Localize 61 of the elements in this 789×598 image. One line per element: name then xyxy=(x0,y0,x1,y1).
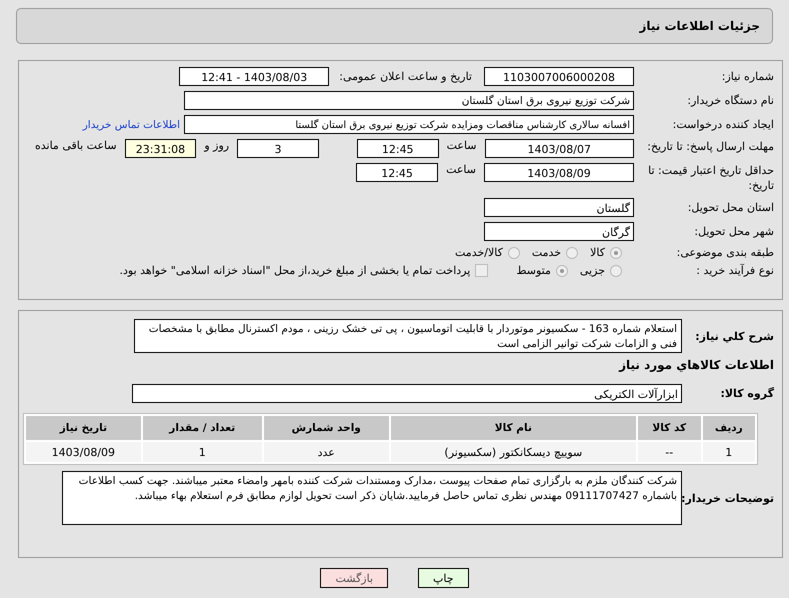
option-label: متوسط xyxy=(516,264,551,277)
field-label: حداقل تاریخ اعتبار قیمت: تا تاریخ: xyxy=(647,163,774,193)
time-label: ساعت xyxy=(446,139,477,152)
option-label: کالا/خدمت xyxy=(455,246,503,259)
buyer-field: شرکت توزیع نیروی برق استان گلستان xyxy=(184,91,634,110)
field-label: تاریخ و ساعت اعلان عمومی: xyxy=(339,70,472,83)
print-button[interactable]: چاپ xyxy=(418,568,469,588)
column-header: تعداد / مقدار xyxy=(142,416,262,440)
field-label: نوع فرآیند خرید : xyxy=(695,264,774,277)
table-cell: 1 xyxy=(142,442,262,462)
radio-button[interactable] xyxy=(508,246,520,258)
field-label: گروه کالا: xyxy=(719,387,774,400)
back-button[interactable]: بازگشت xyxy=(320,568,388,588)
validity-date-field: 1403/08/09 xyxy=(484,163,634,182)
field-label: استان محل تحویل: xyxy=(686,201,774,214)
table-cell: -- xyxy=(638,442,701,462)
radio-button[interactable] xyxy=(556,264,568,276)
remaining-time-field: 23:31:08 xyxy=(124,139,196,158)
creator-field: افسانه سالاری کارشناس مناقصات ومزایده شرکت توزیع نیروی برق استان گلستا xyxy=(184,115,634,134)
radio-button[interactable] xyxy=(610,246,622,258)
table-cell: سوییچ دیسکانکتور (سکسیونر) xyxy=(390,442,636,462)
validity-time-field: 12:45 xyxy=(356,163,438,182)
field-label: طبقه بندی موضوعی: xyxy=(676,246,774,259)
field-label: شهر محل تحویل: xyxy=(693,225,774,238)
checkbox[interactable] xyxy=(475,264,488,277)
column-header: تاریخ نیاز xyxy=(26,416,141,440)
buyer-notes-field: شرکت کنندگان ملزم به بارگزاری تمام صفحات پیوست ،مدارک ومستندات شرکت کننده بامهر وامضاء معتبر میباشند. جهت کسب اطلاعات باشماره 09111707427 مهندس نظری تماس حاصل فرمایید.شایان ذکر است تحویل لوازم مطابق فرم استعلام بهاء میباشد. xyxy=(62,471,682,525)
field-label: توضیحات خریدار: xyxy=(682,492,774,504)
radio-button[interactable] xyxy=(610,264,622,276)
checkbox-label: پرداخت تمام یا بخشی از مبلغ خرید،از محل "اسناد خزانه اسلامی" خواهد بود. xyxy=(120,264,470,277)
days-field: 3 xyxy=(237,139,319,158)
table-cell: 1403/08/09 xyxy=(26,442,141,462)
time-label: ساعت xyxy=(446,163,476,176)
field-label: ایجاد کننده درخواست: xyxy=(672,118,774,131)
buyer-contact-link[interactable]: اطلاعات تماس خریدار xyxy=(82,118,180,130)
radio-button[interactable] xyxy=(566,246,578,258)
option-label: خدمت xyxy=(532,246,562,259)
section-title: اطلاعات کالاهاي مورد نياز xyxy=(619,358,774,372)
option-label: کالا xyxy=(590,246,605,259)
table-cell: 1 xyxy=(702,442,755,462)
description-field: استعلام شماره 163 - سکسیونر موتوردار با قابلیت اتوماسیون ، پی تی خشک رزینی ، مودم اکسترنال مطابق با مشخصات فنی و الزامات شرکت توانیر الزامی است xyxy=(134,319,682,353)
days-label: روز و xyxy=(204,139,230,152)
city-field: گرگان xyxy=(484,222,634,241)
goods-group-field: ابزارآلات الکتریکی xyxy=(132,384,682,403)
deadline-time-field: 12:45 xyxy=(356,139,439,158)
field-label: شرح کلي نياز: xyxy=(694,330,774,342)
column-header: نام کالا xyxy=(390,416,636,440)
field-label: مهلت ارسال پاسخ: تا تاریخ: xyxy=(646,139,774,154)
page-title: جزئیات اطلاعات نیاز xyxy=(639,19,760,33)
table-cell: عدد xyxy=(264,442,389,462)
announce-date-field: 1403/08/03 - 12:41 xyxy=(179,67,330,86)
column-header: کد کالا xyxy=(638,416,701,440)
field-label: نام دستگاه خریدار: xyxy=(686,94,774,107)
need-number-field: 1103007006000208 xyxy=(484,67,634,86)
deadline-date-field: 1403/08/07 xyxy=(484,139,634,158)
column-header: ردیف xyxy=(702,416,755,440)
remaining-label: ساعت باقی مانده xyxy=(34,139,117,152)
province-field: گلستان xyxy=(484,198,634,217)
option-label: جزیی xyxy=(580,264,605,277)
field-label: شماره نیاز: xyxy=(720,70,774,83)
column-header: واحد شمارش xyxy=(264,416,389,440)
